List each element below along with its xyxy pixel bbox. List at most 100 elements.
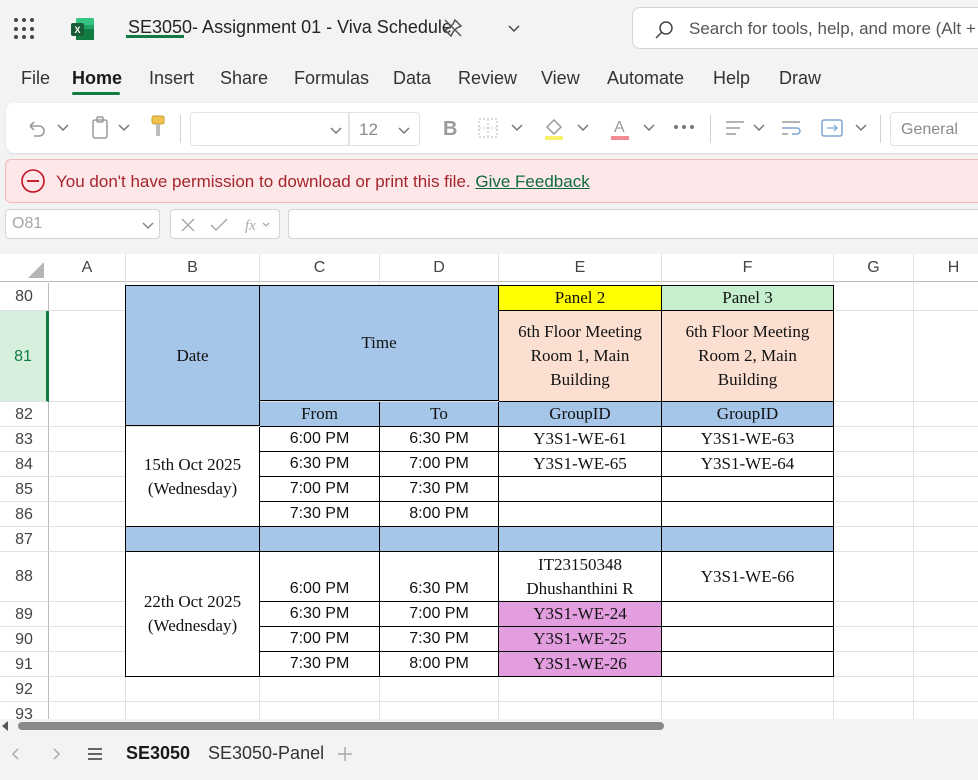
menu-share[interactable]: Share	[220, 68, 268, 89]
day2-slot2-to[interactable]: 7:00 PM	[380, 602, 499, 627]
date-header[interactable]: Date	[126, 286, 260, 426]
merge-icon[interactable]	[820, 117, 844, 139]
day2-slot4-panel2[interactable]: Y3S1-WE-26	[499, 652, 662, 677]
day1-slot4-to[interactable]: 8:00 PM	[380, 502, 499, 527]
column-header-c[interactable]: C	[260, 254, 380, 282]
separator-cell[interactable]	[662, 527, 834, 552]
day1-slot1-panel2[interactable]: Y3S1-WE-61	[499, 427, 662, 452]
horizontal-scrollbar[interactable]	[0, 719, 978, 733]
menu-view[interactable]: View	[541, 68, 580, 89]
menu-data[interactable]: Data	[393, 68, 431, 89]
row-header-92[interactable]: 92	[0, 677, 49, 702]
day2-slot1-panel3[interactable]: Y3S1-WE-66	[662, 552, 834, 602]
chevron-right-icon[interactable]	[48, 746, 64, 762]
chevron-down-icon[interactable]	[854, 120, 868, 134]
menu-draw[interactable]: Draw	[779, 68, 821, 89]
give-feedback-link[interactable]: Give Feedback	[475, 172, 589, 191]
panel3-groupid-header[interactable]: GroupID	[662, 402, 834, 427]
font-size-select[interactable]: 12	[348, 112, 420, 146]
wrap-text-icon[interactable]	[780, 117, 804, 139]
menu-review[interactable]: Review	[458, 68, 517, 89]
fill-color-icon[interactable]	[542, 115, 566, 141]
font-family-select[interactable]	[190, 112, 350, 146]
column-header-h[interactable]: H	[914, 254, 978, 282]
spreadsheet-grid[interactable]: A B C D E F G H 80 81 82 83 84 85 86 87 …	[0, 254, 978, 720]
menu-file[interactable]: File	[21, 68, 50, 89]
add-sheet-icon[interactable]	[336, 745, 354, 763]
day2-slot3-to[interactable]: 7:30 PM	[380, 627, 499, 652]
row-header-84[interactable]: 84	[0, 452, 49, 477]
chevron-down-icon[interactable]	[56, 120, 70, 134]
day1-slot2-from[interactable]: 6:30 PM	[260, 452, 380, 477]
day1-slot3-to[interactable]: 7:30 PM	[380, 477, 499, 502]
row-header-90[interactable]: 90	[0, 627, 49, 652]
panel2-groupid-header[interactable]: GroupID	[499, 402, 662, 427]
to-header[interactable]: To	[380, 402, 499, 427]
column-header-a[interactable]: A	[49, 254, 126, 282]
day2-slot1-to[interactable]: 6:30 PM	[380, 552, 499, 602]
row-header-89[interactable]: 89	[0, 602, 49, 627]
from-header[interactable]: From	[260, 402, 380, 427]
day1-slot3-panel2[interactable]	[499, 477, 662, 502]
scrollbar-thumb[interactable]	[18, 722, 664, 730]
row-header-83[interactable]: 83	[0, 427, 49, 452]
chevron-down-icon[interactable]	[510, 120, 524, 134]
day1-slot1-from[interactable]: 6:00 PM	[260, 427, 380, 452]
chevron-down-icon[interactable]	[576, 120, 590, 134]
row-header-82[interactable]: 82	[0, 402, 49, 427]
day1-slot1-to[interactable]: 6:30 PM	[380, 427, 499, 452]
borders-icon[interactable]	[476, 116, 500, 140]
day2-slot2-panel2[interactable]: Y3S1-WE-24	[499, 602, 662, 627]
row-header-81[interactable]: 81	[0, 311, 49, 402]
app-launcher-icon[interactable]	[14, 18, 36, 40]
separator-cell[interactable]	[380, 527, 499, 552]
panel3-header[interactable]: Panel 3	[662, 286, 834, 311]
font-color-icon[interactable]: A	[608, 115, 632, 141]
menu-formulas[interactable]: Formulas	[294, 68, 369, 89]
day1-slot2-panel2[interactable]: Y3S1-WE-65	[499, 452, 662, 477]
chevron-down-icon[interactable]	[117, 120, 131, 134]
more-icon[interactable]	[672, 123, 696, 131]
day1-slot2-to[interactable]: 7:00 PM	[380, 452, 499, 477]
search-box[interactable]: Search for tools, help, and more (Alt + …	[632, 7, 978, 49]
row-header-86[interactable]: 86	[0, 502, 49, 527]
bold-icon[interactable]: B	[440, 117, 460, 139]
day2-slot1-panel2[interactable]: IT23150348 Dhushanthini R	[499, 552, 662, 602]
day1-slot3-panel3[interactable]	[662, 477, 834, 502]
column-header-b[interactable]: B	[126, 254, 260, 282]
row-header-93[interactable]: 93	[0, 702, 49, 720]
chevron-down-icon[interactable]	[506, 20, 522, 36]
panel2-header[interactable]: Panel 2	[499, 286, 662, 311]
select-all-icon[interactable]	[26, 260, 46, 280]
row-header-91[interactable]: 91	[0, 652, 49, 677]
panel3-room[interactable]: 6th Floor Meeting Room 2, Main Building	[662, 311, 834, 402]
row-header-88[interactable]: 88	[0, 552, 49, 602]
no-pin-icon[interactable]	[442, 17, 464, 39]
row-header-80[interactable]: 80	[0, 283, 49, 311]
separator-cell[interactable]	[126, 527, 260, 552]
function-icon[interactable]: fx	[243, 215, 273, 235]
separator-cell[interactable]	[499, 527, 662, 552]
scroll-left-icon[interactable]	[2, 721, 8, 731]
panel2-room[interactable]: 6th Floor Meeting Room 1, Main Building	[499, 311, 662, 402]
undo-icon[interactable]	[24, 116, 48, 140]
day1-slot4-panel2[interactable]	[499, 502, 662, 527]
column-header-g[interactable]: G	[834, 254, 914, 282]
day2-slot2-panel3[interactable]	[662, 602, 834, 627]
day2-slot3-panel3[interactable]	[662, 627, 834, 652]
paste-icon[interactable]	[90, 115, 112, 141]
day1-slot2-panel3[interactable]: Y3S1-WE-64	[662, 452, 834, 477]
number-format-select[interactable]: General	[890, 112, 978, 146]
formula-input[interactable]	[288, 209, 978, 239]
menu-automate[interactable]: Automate	[607, 68, 684, 89]
day1-slot4-from[interactable]: 7:30 PM	[260, 502, 380, 527]
column-header-f[interactable]: F	[662, 254, 834, 282]
sheet-tab-se3050[interactable]: SE3050	[126, 743, 190, 764]
day2-slot3-from[interactable]: 7:00 PM	[260, 627, 380, 652]
menu-help[interactable]: Help	[713, 68, 750, 89]
day2-slot3-panel2[interactable]: Y3S1-WE-25	[499, 627, 662, 652]
time-header[interactable]: Time	[260, 286, 499, 401]
chevron-down-icon[interactable]	[642, 120, 656, 134]
day1-date-cell[interactable]: 15th Oct 2025 (Wednesday)	[126, 427, 260, 527]
format-painter-icon[interactable]	[148, 114, 168, 140]
